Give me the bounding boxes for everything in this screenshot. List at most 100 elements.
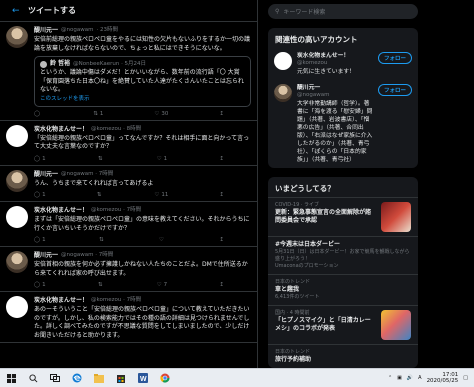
like-button[interactable]: ♡ 7 [157,281,167,289]
tweet[interactable]: 醍川元一 @nogawam · 7時間 安倍首相の親族を何か必ず擁護しかねない人… [0,247,257,292]
heart-icon: ♡ [159,237,164,243]
reply-button[interactable]: ◯ 1 [34,236,46,244]
trend-item[interactable]: 国内 · 4 時間前 「ヒプノスマイク」と「日清カレーメシ」のコラボが発表 [268,305,418,344]
share-button[interactable]: ↥ [219,281,224,289]
share-button[interactable]: ↥ [219,236,224,244]
search-icon [28,373,37,382]
related-user-name[interactable]: 炭水化物まんせー！ [297,52,373,60]
trend-thumbnail [381,310,411,340]
share-button[interactable]: ↥ [219,110,224,118]
chrome-taskbar-button[interactable] [154,369,176,387]
related-user[interactable]: 炭水化物まんせー！ @komezou 元気に生きています！ フォロー [268,48,418,80]
quoted-author-name: 鈴 哲裕 [50,60,71,67]
share-button[interactable]: ↥ [219,155,224,163]
back-arrow-icon[interactable]: ← [12,6,28,16]
tweet[interactable]: 炭水化物まんせー！ @komezou · 7時間 まずは「安倍総理の親族ペロペロ… [0,202,257,247]
avatar[interactable] [274,52,292,70]
volume-icon[interactable]: 🔊 [407,375,413,381]
tweet-actions: ◯ 1 ⇅ ♡ 11 ↥ [34,191,224,199]
edge-taskbar-button[interactable] [66,369,88,387]
start-button[interactable] [0,369,22,387]
show-thread-link[interactable]: このスレッドを表示 [40,95,245,103]
avatar[interactable] [274,84,292,102]
network-icon[interactable]: ▣ [397,375,402,381]
trends-panel: いまどうしてる？ COVID-19 · ライブ 更新：緊急事態宣言の全面解除が諮… [268,177,418,368]
retweet-icon: ⇅ [97,155,103,162]
retweet-icon: ⇅ [99,237,104,243]
reply-button[interactable]: ◯ 1 [34,155,46,163]
share-button[interactable]: ↥ [219,191,224,199]
share-icon: ↥ [219,282,224,288]
tweet-text: 「安倍総理の親族ペロペロ童」ってなんですか？それは相手に面と向かって言って大丈夫… [34,134,250,151]
word-taskbar-button[interactable]: W [132,369,154,387]
task-view-button[interactable] [44,369,66,387]
tweet-author-name[interactable]: 炭水化物まんせー！ [34,296,88,305]
store-taskbar-button[interactable] [110,369,132,387]
trend-item[interactable]: #今週末は日本ダービー 5月31日（日）は日本ダービー！お家で競馬を観戦しながら… [268,236,418,274]
tweet-text: 安倍首相の親族を何か必ず擁護しかねない人たちのことだよ。DMで住所送るから来てく… [34,261,248,277]
share-icon: ↥ [219,192,224,198]
trend-item[interactable]: 日本のトレンド 旅行予約補助 [268,344,418,368]
related-user-name[interactable]: 醍川元一 [297,84,373,92]
trend-title: #今週末は日本ダービー [275,241,341,248]
retweet-button[interactable]: ⇅ [98,281,105,289]
tweet[interactable]: 醍川元一 @nogawam · 23時間 安倍前総理の親族ペロペロ童をやるには知… [0,22,257,121]
like-button[interactable]: ♡ [159,236,166,244]
tweet-author-handle: @komezou · 8時間 [91,125,142,132]
heart-icon: ♡ [156,282,162,288]
follow-button[interactable]: フォロー [377,84,412,96]
retweet-button[interactable]: ⇅ [99,236,106,244]
reply-button[interactable]: ◯ [34,110,42,118]
avatar[interactable] [6,206,28,228]
tweet-actions: ◯ 1 ⇅ ♡ 7 ↥ [34,281,224,289]
folder-icon [94,373,104,383]
search-box[interactable]: ⚲ キーワード検索 [268,4,418,19]
like-button[interactable]: ♡ 1 [157,155,167,163]
quoted-tweet[interactable]: 鈴 哲裕 @NonbeeKaerun · 5月24日 というか、議論中傷はダメだ… [34,56,251,107]
quoted-avatar [40,60,47,68]
tweet-author-name[interactable]: 炭水化物まんせー！ [34,125,88,134]
quoted-author-handle: @NonbeeKaerun · 5月24日 [73,61,147,67]
avatar[interactable] [6,124,28,147]
tweet-author-name[interactable]: 炭水化物まんせー！ [34,206,88,215]
reply-icon: ◯ [34,155,41,162]
tweet[interactable]: 炭水化物まんせー！ @komezou · 7時間 あのーそういうこと「安倍総理の… [0,292,257,343]
retweet-button[interactable]: ⇅ [98,155,105,163]
notifications-icon[interactable]: □ [463,375,468,381]
explorer-taskbar-button[interactable] [88,369,110,387]
retweet-button[interactable]: ⇅ [97,191,104,199]
avatar[interactable] [6,251,28,273]
edge-icon [72,373,82,383]
avatar[interactable] [6,169,28,192]
tweet[interactable]: 炭水化物まんせー！ @komezou · 8時間 「安倍総理の親族ペロペロ童」っ… [0,121,257,166]
avatar[interactable] [6,296,28,318]
tweet-time[interactable]: · 23時間 [96,26,118,35]
tweet-actions: ◯ ⇅ 1 ♡ 30 ↥ [34,110,224,118]
search-taskbar-button[interactable] [22,369,44,387]
tweet-author-handle: @komezou · 7時間 [91,297,142,303]
input-language[interactable]: A [418,375,421,381]
chevron-up-icon[interactable]: ⌃ [388,375,392,381]
search-input[interactable]: キーワード検索 [283,7,325,16]
retweet-button[interactable]: ⇅ 1 [93,110,103,118]
tweet[interactable]: 醍川元一 @nogawam · 7時間 うん、うちまで来てくれれば言ってあげるよ… [0,166,257,202]
like-button[interactable]: ♡ 11 [154,191,168,199]
trend-item[interactable]: 日本のトレンド 車と趣我 6,413件のツイート [268,274,418,305]
avatar[interactable] [6,26,28,48]
tweet-author-name[interactable]: 醍川元一 [34,170,58,179]
svg-text:W: W [140,376,147,383]
follow-button[interactable]: フォロー [377,52,412,64]
trend-title: 車と趣我 [275,286,300,293]
reply-icon: ◯ [34,192,41,198]
clock[interactable]: 17:01 2020/05/25 [427,372,459,385]
related-accounts-panel: 関連性の高いアカウント 炭水化物まんせー！ @komezou 元気に生きています… [268,28,418,168]
trend-meta: 日本のトレンド [275,279,311,285]
reply-button[interactable]: ◯ 1 [34,281,46,289]
trend-item[interactable]: COVID-19 · ライブ 更新：緊急事態宣言の全面解除が諮問委員会で承認 [268,197,418,236]
like-button[interactable]: ♡ 30 [154,110,168,118]
tweet-author-name[interactable]: 醍川元一 [34,251,58,260]
tweet-author-name[interactable]: 醍川元一 [34,26,58,35]
store-icon [117,375,125,383]
reply-button[interactable]: ◯ 1 [34,191,46,199]
related-user[interactable]: 醍川元一 @nogawam 大学非常勤講師（哲学）。著書に「海を渡る「慰安婦」問… [268,80,418,168]
